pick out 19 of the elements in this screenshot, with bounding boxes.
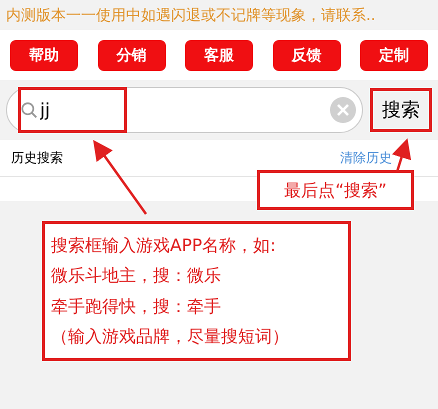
note-text: 搜索框输入游戏APP名称，如: <box>51 234 277 257</box>
note-text: 牵手跑得快，搜：牵手 <box>51 296 222 318</box>
menu-button[interactable]: 分销 <box>98 40 166 70</box>
history-title: 历史搜索 <box>11 150 63 167</box>
menu-button[interactable]: 定制 <box>360 40 428 70</box>
note-text: （输入游戏品牌，尽量搜短词） <box>51 326 290 348</box>
callout-text: 最后点“搜索” <box>257 170 414 210</box>
search-field[interactable]: jj <box>6 87 363 133</box>
menu-button[interactable]: 帮助 <box>10 40 78 70</box>
search-icon <box>21 102 38 118</box>
search-button[interactable]: 搜索 <box>370 88 432 132</box>
menu-button[interactable]: 客服 <box>185 40 253 70</box>
clear-icon[interactable] <box>330 97 356 123</box>
search-input[interactable]: jj <box>38 100 330 120</box>
note-text: 微乐斗地主，搜：微乐 <box>51 265 222 288</box>
menu-button[interactable]: 反馈 <box>272 40 340 70</box>
clear-history-link[interactable]: 清除历史 <box>340 149 392 167</box>
arrow <box>392 138 412 172</box>
notice-text: 内测版本一一使用中如遇闪退或不记牌等现象，请联系.. <box>6 6 376 24</box>
